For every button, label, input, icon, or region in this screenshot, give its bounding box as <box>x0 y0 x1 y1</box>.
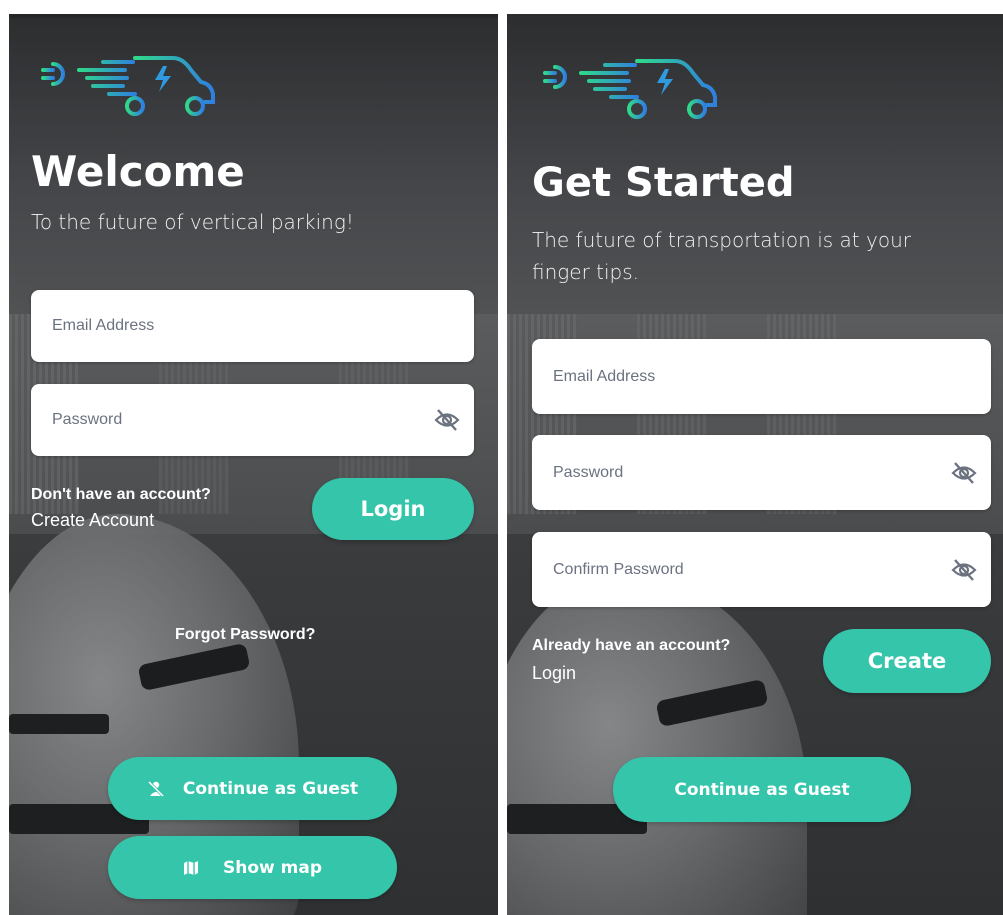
page-title: Get Started <box>532 160 795 206</box>
have-account-text: Already have an account? <box>532 637 731 654</box>
ev-car-logo-icon <box>543 59 717 119</box>
confirm-password-input[interactable] <box>553 560 991 579</box>
email-input[interactable] <box>553 367 991 386</box>
create-button[interactable]: Create <box>823 629 991 693</box>
show-map-button[interactable]: Show map <box>108 836 397 899</box>
login-screen: Welcome To the future of vertical parkin… <box>9 14 498 915</box>
continue-as-guest-button[interactable]: Continue as Guest <box>108 757 397 820</box>
login-button-label: Login <box>360 497 426 521</box>
email-input[interactable] <box>52 317 474 335</box>
login-button[interactable]: Login <box>312 478 474 540</box>
password-field[interactable] <box>532 435 991 510</box>
page-title: Welcome <box>31 147 245 196</box>
no-account-text: Don't have an account? <box>31 486 211 503</box>
continue-as-guest-button[interactable]: Continue as Guest <box>613 757 911 822</box>
eye-off-icon[interactable] <box>951 558 977 582</box>
continue-as-guest-label: Continue as Guest <box>674 779 850 800</box>
ev-car-logo-icon <box>41 56 215 116</box>
eye-off-icon[interactable] <box>434 408 460 432</box>
email-field[interactable] <box>532 339 991 414</box>
eye-off-icon[interactable] <box>951 461 977 485</box>
page-subtitle-line1: The future of transportation is at your <box>532 228 911 252</box>
signup-screen: Get Started The future of transportation… <box>507 14 1003 915</box>
confirm-password-field[interactable] <box>532 532 991 607</box>
forgot-password-link[interactable]: Forgot Password? <box>175 626 315 644</box>
password-input[interactable] <box>553 463 991 482</box>
page-subtitle: To the future of vertical parking! <box>31 210 354 234</box>
password-field[interactable] <box>31 384 474 456</box>
person-off-icon <box>147 780 164 797</box>
create-button-label: Create <box>867 649 947 673</box>
email-field[interactable] <box>31 290 474 362</box>
map-icon <box>183 860 198 875</box>
create-account-link[interactable]: Create Account <box>31 510 154 531</box>
continue-as-guest-label: Continue as Guest <box>182 778 359 799</box>
login-link[interactable]: Login <box>532 663 576 684</box>
page-subtitle-line2: finger tips. <box>532 260 640 284</box>
password-input[interactable] <box>52 411 474 429</box>
show-map-label: Show map <box>222 857 322 878</box>
